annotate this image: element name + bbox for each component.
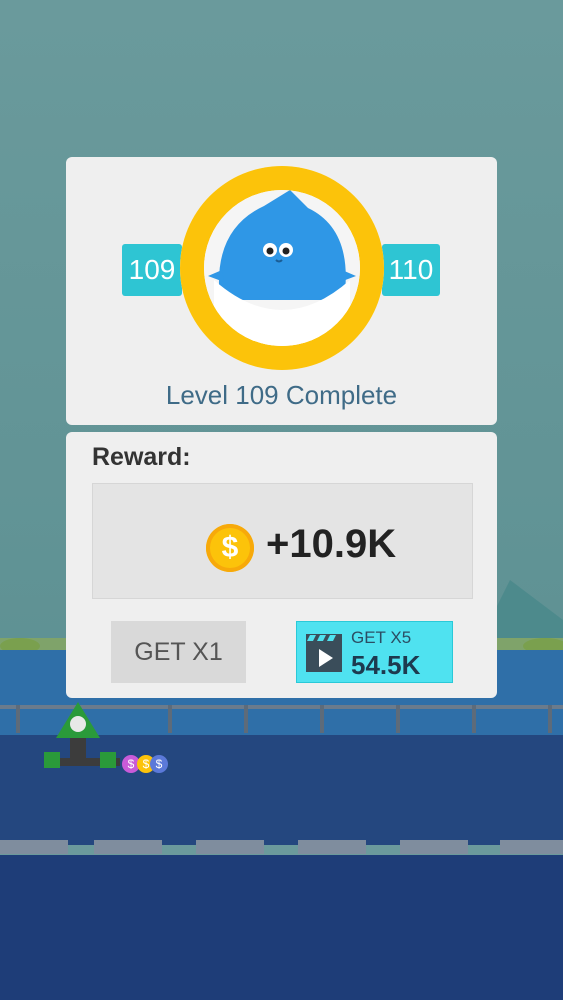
current-level-badge: 109 (122, 244, 182, 296)
lane-dash (298, 840, 366, 854)
get-x1-button[interactable]: GET X1 (111, 621, 246, 683)
get-x5-label: GET X5 (351, 628, 412, 647)
level-complete-title: Level 109 Complete (165, 380, 398, 410)
lane-dash (94, 840, 162, 854)
lane-dash (500, 840, 563, 854)
lane-dash (400, 840, 468, 854)
rail-post (472, 705, 476, 733)
lane-dash (196, 840, 264, 854)
reward-amount: +10.9K (266, 522, 397, 566)
get-x5-value: 54.5K (351, 650, 421, 680)
reward-label: Reward: (92, 443, 191, 471)
rail-post (396, 705, 400, 733)
rail-post (548, 705, 552, 733)
next-level-badge: 110 (382, 244, 440, 296)
get-x5-button[interactable]: GET X5 54.5K (296, 621, 453, 683)
road-lower (0, 855, 563, 1000)
coin-icon: $ (206, 524, 254, 572)
shark-icon (208, 190, 356, 346)
rail-post (244, 705, 248, 733)
lane-dash (0, 840, 68, 854)
video-clapper-icon (306, 634, 342, 672)
rail-post (320, 705, 324, 733)
background-coin: $ (150, 755, 168, 773)
rail-post (16, 705, 20, 733)
shark-avatar (204, 190, 360, 346)
